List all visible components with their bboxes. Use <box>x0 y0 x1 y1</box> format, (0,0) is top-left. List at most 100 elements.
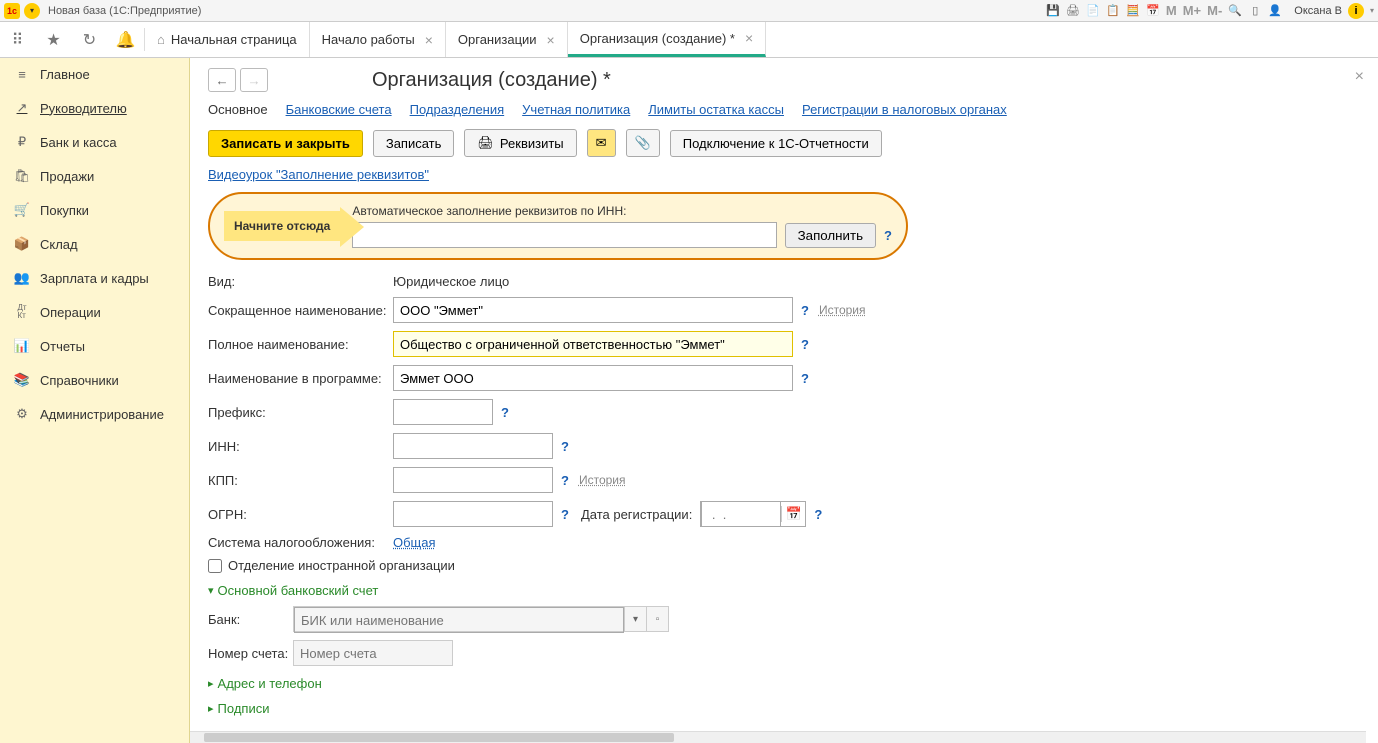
m-plus-button[interactable]: M+ <box>1183 3 1201 18</box>
help-icon[interactable]: ? <box>561 473 569 488</box>
mail-button[interactable]: ✉ <box>587 129 616 157</box>
sidebar-item-reports[interactable]: 📊Отчеты <box>0 329 189 363</box>
sidebar-item-hr[interactable]: 👥Зарплата и кадры <box>0 261 189 295</box>
close-icon[interactable]: × <box>547 32 555 48</box>
account-input[interactable] <box>293 640 453 666</box>
history-icon[interactable]: ↻ <box>72 22 108 57</box>
bank-input[interactable] <box>294 607 624 633</box>
history-link[interactable]: История <box>819 303 866 317</box>
horizontal-scrollbar[interactable] <box>190 731 1366 743</box>
attach-button[interactable]: 📎 <box>626 129 660 157</box>
tab-label: Начальная страница <box>171 32 297 47</box>
full-name-input[interactable] <box>393 331 793 357</box>
history-link[interactable]: История <box>579 473 626 487</box>
dropdown-icon[interactable]: ▾ <box>624 607 646 631</box>
close-page-icon[interactable]: × <box>1355 68 1364 86</box>
inn-autofill-input[interactable] <box>352 222 776 248</box>
subtab-divisions[interactable]: Подразделения <box>410 102 505 117</box>
books-icon: 📚 <box>14 372 30 388</box>
sidebar-item-manager[interactable]: ↗Руководителю <box>0 91 189 125</box>
video-link[interactable]: Видеоурок "Заполнение реквизитов" <box>208 167 429 182</box>
bell-icon[interactable]: 🔔 <box>108 22 144 57</box>
help-icon[interactable]: ? <box>801 371 809 386</box>
sidebar-item-main[interactable]: ≡Главное <box>0 58 189 91</box>
foreign-org-label: Отделение иностранной организации <box>228 558 455 573</box>
ogrn-input[interactable] <box>393 501 553 527</box>
save-button[interactable]: Записать <box>373 130 455 157</box>
titlebar: 1c ▾ Новая база (1С:Предприятие) 💾 🖨 📄 📋… <box>0 0 1378 22</box>
help-icon[interactable]: ? <box>814 507 822 522</box>
short-name-input[interactable] <box>393 297 793 323</box>
fill-button[interactable]: Заполнить <box>785 223 876 248</box>
help-icon[interactable]: ? <box>801 303 809 318</box>
section-address-toggle[interactable]: ▸Адрес и телефон <box>208 676 1360 691</box>
subtab-bank[interactable]: Банковские счета <box>286 102 392 117</box>
close-icon[interactable]: × <box>425 32 433 48</box>
tab-label: Организация (создание) * <box>580 31 735 46</box>
start-here-label: Начните отсюда <box>224 211 340 241</box>
print2-icon[interactable]: 📄 <box>1086 4 1100 18</box>
panel-icon[interactable]: ▯ <box>1248 4 1262 18</box>
help-icon[interactable]: ? <box>561 507 569 522</box>
info-icon[interactable]: i <box>1348 3 1364 19</box>
open-icon[interactable]: ▫ <box>646 607 668 631</box>
calc-icon[interactable]: 🧮 <box>1126 4 1140 18</box>
m-minus-button[interactable]: M- <box>1207 3 1222 18</box>
help-icon[interactable]: ? <box>801 337 809 352</box>
paperclip-icon: 📎 <box>635 135 651 151</box>
prog-name-label: Наименование в программе: <box>208 371 393 386</box>
close-icon[interactable]: × <box>745 30 753 46</box>
scrollbar-thumb[interactable] <box>204 733 674 742</box>
user-name[interactable]: Оксана В <box>1294 5 1342 17</box>
info-dropdown-icon[interactable]: ▾ <box>1370 6 1374 15</box>
full-name-label: Полное наименование: <box>208 337 393 352</box>
help-icon[interactable]: ? <box>884 228 892 243</box>
subtab-limits[interactable]: Лимиты остатка кассы <box>648 102 784 117</box>
apps-icon[interactable]: ⠿ <box>0 22 36 57</box>
people-icon: 👥 <box>14 270 30 286</box>
tab-home[interactable]: ⌂ Начальная страница <box>145 22 310 57</box>
star-icon[interactable]: ★ <box>36 22 72 57</box>
page-title: Организация (создание) * <box>372 69 611 92</box>
inn-input[interactable] <box>393 433 553 459</box>
sidebar-item-bank[interactable]: ₽Банк и касса <box>0 125 189 159</box>
sidebar-item-sales[interactable]: 🛍Продажи <box>0 159 189 193</box>
sidebar-item-purchases[interactable]: 🛒Покупки <box>0 193 189 227</box>
title-dropdown-icon[interactable]: ▾ <box>24 3 40 19</box>
kpp-input[interactable] <box>393 467 553 493</box>
sidebar-item-warehouse[interactable]: 📦Склад <box>0 227 189 261</box>
subtab-policy[interactable]: Учетная политика <box>522 102 630 117</box>
save-icon[interactable]: 💾 <box>1046 4 1060 18</box>
requisites-button[interactable]: 🖨Реквизиты <box>464 129 576 157</box>
sidebar-item-refs[interactable]: 📚Справочники <box>0 363 189 397</box>
doc-icon[interactable]: 📋 <box>1106 4 1120 18</box>
zoom-icon[interactable]: 🔍 <box>1228 4 1242 18</box>
foreign-org-checkbox[interactable] <box>208 559 222 573</box>
bank-select[interactable]: ▾ ▫ <box>293 606 669 632</box>
save-close-button[interactable]: Записать и закрыть <box>208 130 363 157</box>
tab-org-create[interactable]: Организация (создание) * × <box>568 22 766 57</box>
tax-value-link[interactable]: Общая <box>393 535 436 550</box>
tab-orgs[interactable]: Организации × <box>446 22 568 57</box>
forward-button[interactable]: → <box>240 68 268 92</box>
subtab-tax-reg[interactable]: Регистрации в налоговых органах <box>802 102 1007 117</box>
back-button[interactable]: ← <box>208 68 236 92</box>
print-icon[interactable]: 🖨 <box>1066 4 1080 18</box>
calendar-icon[interactable]: 📅 <box>1146 4 1160 18</box>
prefix-input[interactable] <box>393 399 493 425</box>
reg-date-input[interactable]: 📅 <box>700 501 806 527</box>
tab-start[interactable]: Начало работы × <box>310 22 446 57</box>
prog-name-input[interactable] <box>393 365 793 391</box>
sidebar-item-ops[interactable]: ДтКтОперации <box>0 295 189 329</box>
connect-1c-button[interactable]: Подключение к 1С-Отчетности <box>670 130 882 157</box>
reg-date-field[interactable] <box>701 501 781 527</box>
tab-label: Начало работы <box>322 32 415 47</box>
section-bank-toggle[interactable]: ▾Основной банковский счет <box>208 583 1360 598</box>
help-icon[interactable]: ? <box>561 439 569 454</box>
sidebar-item-admin[interactable]: ⚙Администрирование <box>0 397 189 431</box>
calendar-icon[interactable]: 📅 <box>781 506 805 522</box>
subtab-main[interactable]: Основное <box>208 102 268 117</box>
m-button[interactable]: M <box>1166 3 1177 18</box>
section-signatures-toggle[interactable]: ▸Подписи <box>208 701 1360 716</box>
help-icon[interactable]: ? <box>501 405 509 420</box>
